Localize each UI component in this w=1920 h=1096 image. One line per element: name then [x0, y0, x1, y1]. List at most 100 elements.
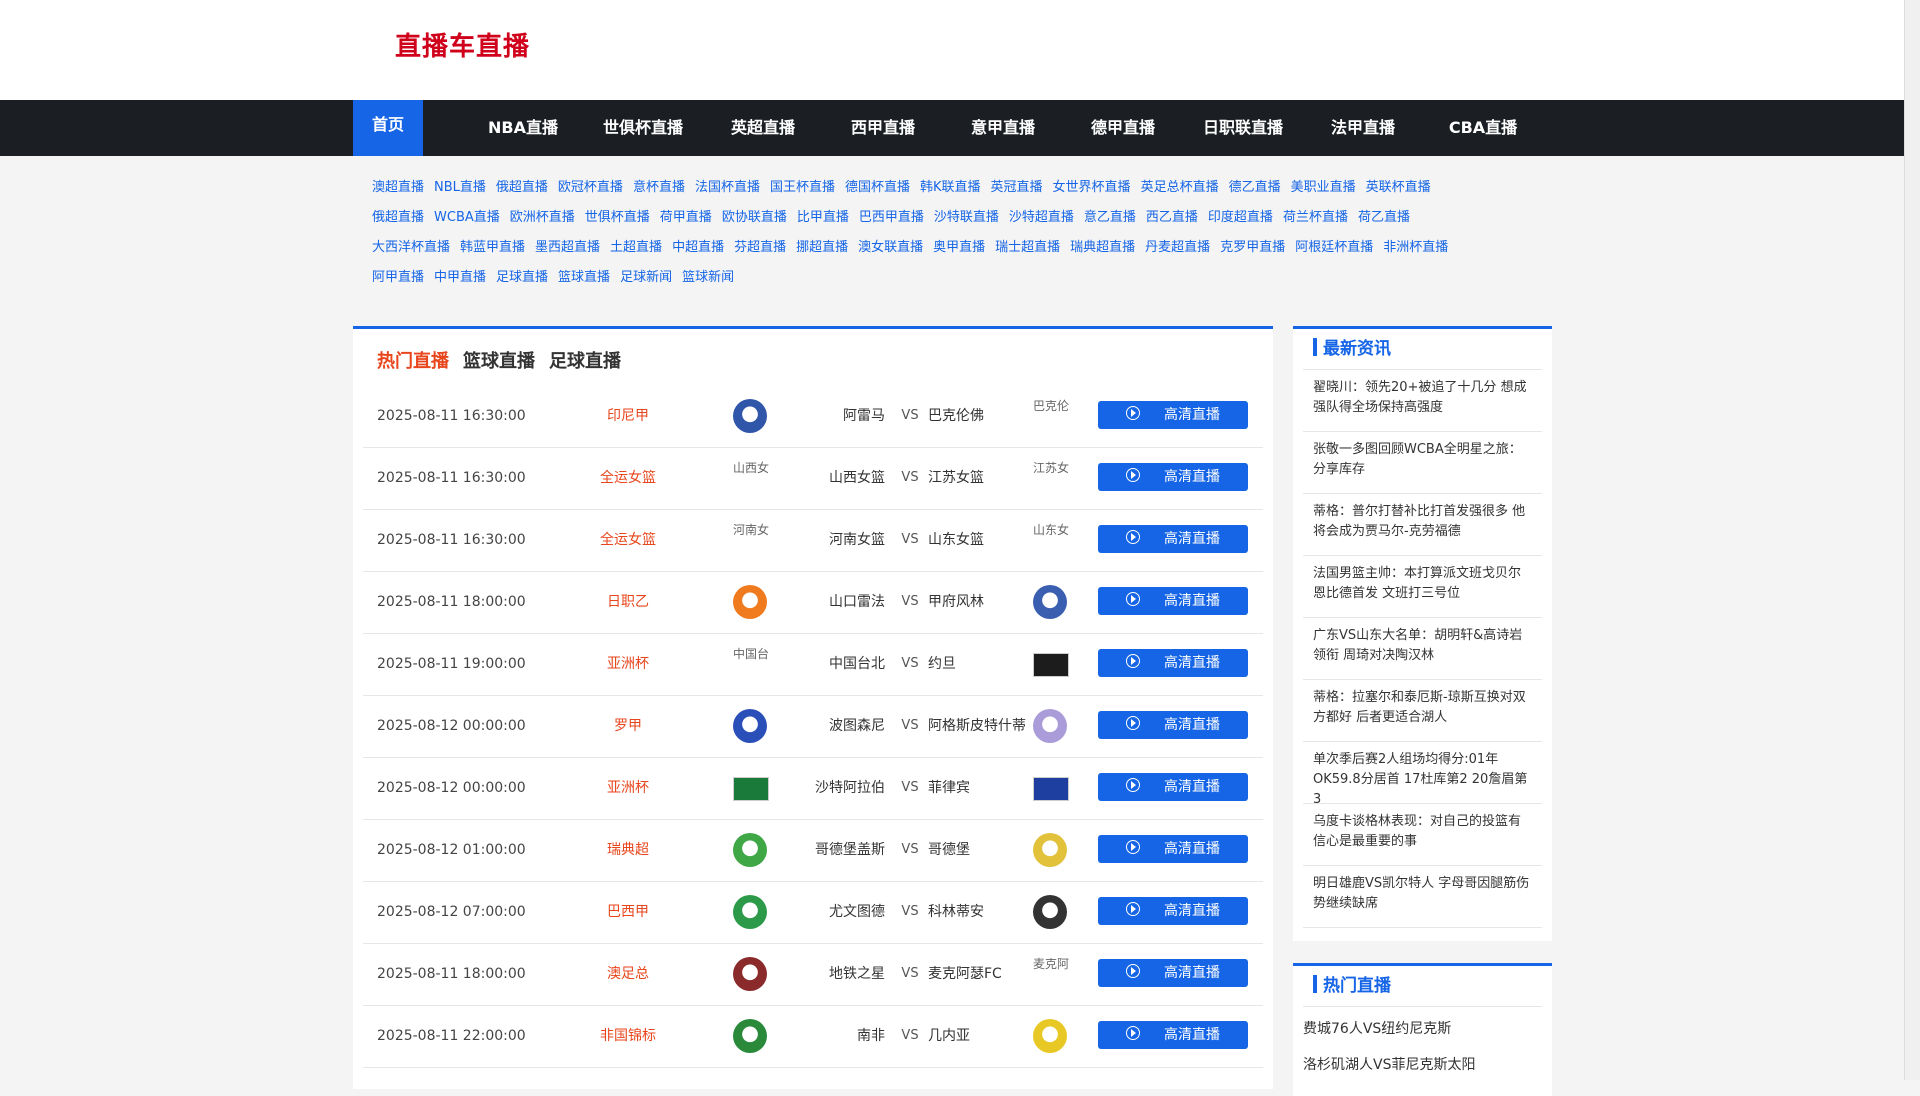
- league-link[interactable]: 挪超直播: [796, 240, 848, 255]
- league-link[interactable]: 荷甲直播: [660, 210, 712, 225]
- nav-item[interactable]: 英超直播: [703, 100, 823, 156]
- league-link[interactable]: 英冠直播: [991, 180, 1043, 195]
- league-link[interactable]: 欧洲杯直播: [510, 210, 575, 225]
- hot-item[interactable]: 洛杉矶湖人VS菲尼克斯太阳: [1293, 1047, 1552, 1083]
- league-link[interactable]: 西乙直播: [1146, 210, 1198, 225]
- league-link[interactable]: 意乙直播: [1084, 210, 1136, 225]
- nav-item[interactable]: 意甲直播: [943, 100, 1063, 156]
- league-link[interactable]: 俄超直播: [372, 210, 424, 225]
- league-link[interactable]: 俄超直播: [496, 180, 548, 195]
- tab[interactable]: 篮球直播: [463, 347, 535, 373]
- league-link[interactable]: 非洲杯直播: [1383, 240, 1448, 255]
- league-link[interactable]: 足球直播: [496, 270, 548, 285]
- nav-item[interactable]: 法甲直播: [1303, 100, 1423, 156]
- page-scrollbar[interactable]: [1904, 0, 1920, 1080]
- site-logo[interactable]: 直播车直播: [395, 26, 530, 63]
- league-link[interactable]: 篮球新闻: [682, 270, 734, 285]
- watch-button[interactable]: 高清直播: [1098, 773, 1248, 801]
- match-league[interactable]: 亚洲杯: [563, 757, 693, 819]
- nav-item[interactable]: CBA直播: [1423, 100, 1543, 156]
- league-link[interactable]: 印度超直播: [1208, 210, 1273, 225]
- watch-button[interactable]: 高清直播: [1098, 897, 1248, 925]
- league-link[interactable]: 韩K联直播: [920, 180, 981, 195]
- league-link[interactable]: 阿根廷杯直播: [1295, 240, 1373, 255]
- match-league[interactable]: 瑞典超: [563, 819, 693, 881]
- league-link[interactable]: 英足总杯直播: [1141, 180, 1219, 195]
- watch-button[interactable]: 高清直播: [1098, 587, 1248, 615]
- league-link[interactable]: 大西洋杯直播: [372, 240, 450, 255]
- watch-button[interactable]: 高清直播: [1098, 401, 1248, 429]
- league-link[interactable]: 奥甲直播: [933, 240, 985, 255]
- league-link[interactable]: 英联杯直播: [1366, 180, 1431, 195]
- news-item[interactable]: 单次季后赛2人组场均得分:01年OK59.8分居首 17杜库第2 20詹眉第3: [1303, 742, 1542, 804]
- tab[interactable]: 足球直播: [549, 347, 621, 373]
- watch-button[interactable]: 高清直播: [1098, 525, 1248, 553]
- watch-button[interactable]: 高清直播: [1098, 711, 1248, 739]
- news-item[interactable]: 明日雄鹿VS凯尔特人 字母哥因腿筋伤势继续缺席: [1303, 866, 1542, 928]
- league-link[interactable]: 瑞典超直播: [1070, 240, 1135, 255]
- league-link[interactable]: 法国杯直播: [695, 180, 760, 195]
- match-league[interactable]: 全运女篮: [563, 447, 693, 509]
- news-item[interactable]: 蒂格：拉塞尔和泰厄斯-琼斯互换对双方都好 后者更适合湖人: [1303, 680, 1542, 742]
- league-link[interactable]: 澳女联直播: [858, 240, 923, 255]
- match-league[interactable]: 罗甲: [563, 695, 693, 757]
- league-link[interactable]: 意杯直播: [633, 180, 685, 195]
- league-link[interactable]: 丹麦超直播: [1145, 240, 1210, 255]
- nav-item[interactable]: 世俱杯直播: [583, 100, 703, 156]
- league-link[interactable]: 澳超直播: [372, 180, 424, 195]
- league-link[interactable]: 欧冠杯直播: [558, 180, 623, 195]
- league-link[interactable]: 女世界杯直播: [1053, 180, 1131, 195]
- league-link[interactable]: 巴西甲直播: [859, 210, 924, 225]
- league-link[interactable]: 国王杯直播: [770, 180, 835, 195]
- nav-item[interactable]: 西甲直播: [823, 100, 943, 156]
- match-league[interactable]: 日职乙: [563, 571, 693, 633]
- nav-item[interactable]: 德甲直播: [1063, 100, 1183, 156]
- match-league[interactable]: 印尼甲: [563, 385, 693, 447]
- league-link[interactable]: 世俱杯直播: [585, 210, 650, 225]
- league-link[interactable]: 芬超直播: [734, 240, 786, 255]
- watch-button[interactable]: 高清直播: [1098, 649, 1248, 677]
- league-link[interactable]: 沙特超直播: [1009, 210, 1074, 225]
- news-item[interactable]: 乌度卡谈格林表现：对自己的投篮有信心是最重要的事: [1303, 804, 1542, 866]
- league-link[interactable]: 荷兰杯直播: [1283, 210, 1348, 225]
- league-link[interactable]: 土超直播: [610, 240, 662, 255]
- match-league[interactable]: 全运女篮: [563, 509, 693, 571]
- league-link[interactable]: 沙特联直播: [934, 210, 999, 225]
- league-link[interactable]: WCBA直播: [434, 210, 500, 225]
- league-link[interactable]: 比甲直播: [797, 210, 849, 225]
- link-row: 俄超直播 WCBA直播 欧洲杯直播 世俱杯直播 荷甲直播 欧协联直播 比甲直播 巴西甲直播 沙特…: [372, 204, 1552, 234]
- league-link[interactable]: 德国杯直播: [845, 180, 910, 195]
- nav-item[interactable]: 日职联直播: [1183, 100, 1303, 156]
- news-item[interactable]: 翟晓川：领先20+被追了十几分 想成强队得全场保持高强度: [1303, 370, 1542, 432]
- league-link[interactable]: 克罗甲直播: [1220, 240, 1285, 255]
- league-link[interactable]: 瑞士超直播: [995, 240, 1060, 255]
- league-link[interactable]: 墨西超直播: [535, 240, 600, 255]
- match-league[interactable]: 巴西甲: [563, 881, 693, 943]
- news-item[interactable]: 广东VS山东大名单：胡明轩&高诗岩领衔 周琦对决陶汉林: [1303, 618, 1542, 680]
- league-link[interactable]: 中甲直播: [434, 270, 486, 285]
- league-link[interactable]: 德乙直播: [1229, 180, 1281, 195]
- league-link[interactable]: 篮球直播: [558, 270, 610, 285]
- league-link[interactable]: NBL直播: [434, 180, 486, 195]
- league-link[interactable]: 美职业直播: [1291, 180, 1356, 195]
- watch-button[interactable]: 高清直播: [1098, 1021, 1248, 1049]
- watch-button[interactable]: 高清直播: [1098, 463, 1248, 491]
- match-league[interactable]: 澳足总: [563, 943, 693, 1005]
- match-league[interactable]: 亚洲杯: [563, 633, 693, 695]
- news-item[interactable]: 蒂格：普尔打替补比打首发强很多 他将会成为贾马尔-克劳福德: [1303, 494, 1542, 556]
- league-link[interactable]: 欧协联直播: [722, 210, 787, 225]
- match-league[interactable]: 非国锦标: [563, 1005, 693, 1067]
- league-link[interactable]: 荷乙直播: [1358, 210, 1410, 225]
- league-link[interactable]: 中超直播: [672, 240, 724, 255]
- news-item[interactable]: 张敬一多图回顾WCBA全明星之旅：分享库存: [1303, 432, 1542, 494]
- nav-item[interactable]: NBA直播: [463, 100, 583, 156]
- league-link[interactable]: 阿甲直播: [372, 270, 424, 285]
- news-item[interactable]: 法国男篮主帅：本打算派文班戈贝尔恩比德首发 文班打三号位: [1303, 556, 1542, 618]
- hot-item[interactable]: 费城76人VS纽约尼克斯: [1293, 1011, 1552, 1047]
- watch-button[interactable]: 高清直播: [1098, 835, 1248, 863]
- watch-button[interactable]: 高清直播: [1098, 959, 1248, 987]
- league-link[interactable]: 韩蓝甲直播: [460, 240, 525, 255]
- tab[interactable]: 热门直播: [377, 347, 449, 373]
- nav-home[interactable]: 首页: [353, 100, 423, 156]
- league-link[interactable]: 足球新闻: [620, 270, 672, 285]
